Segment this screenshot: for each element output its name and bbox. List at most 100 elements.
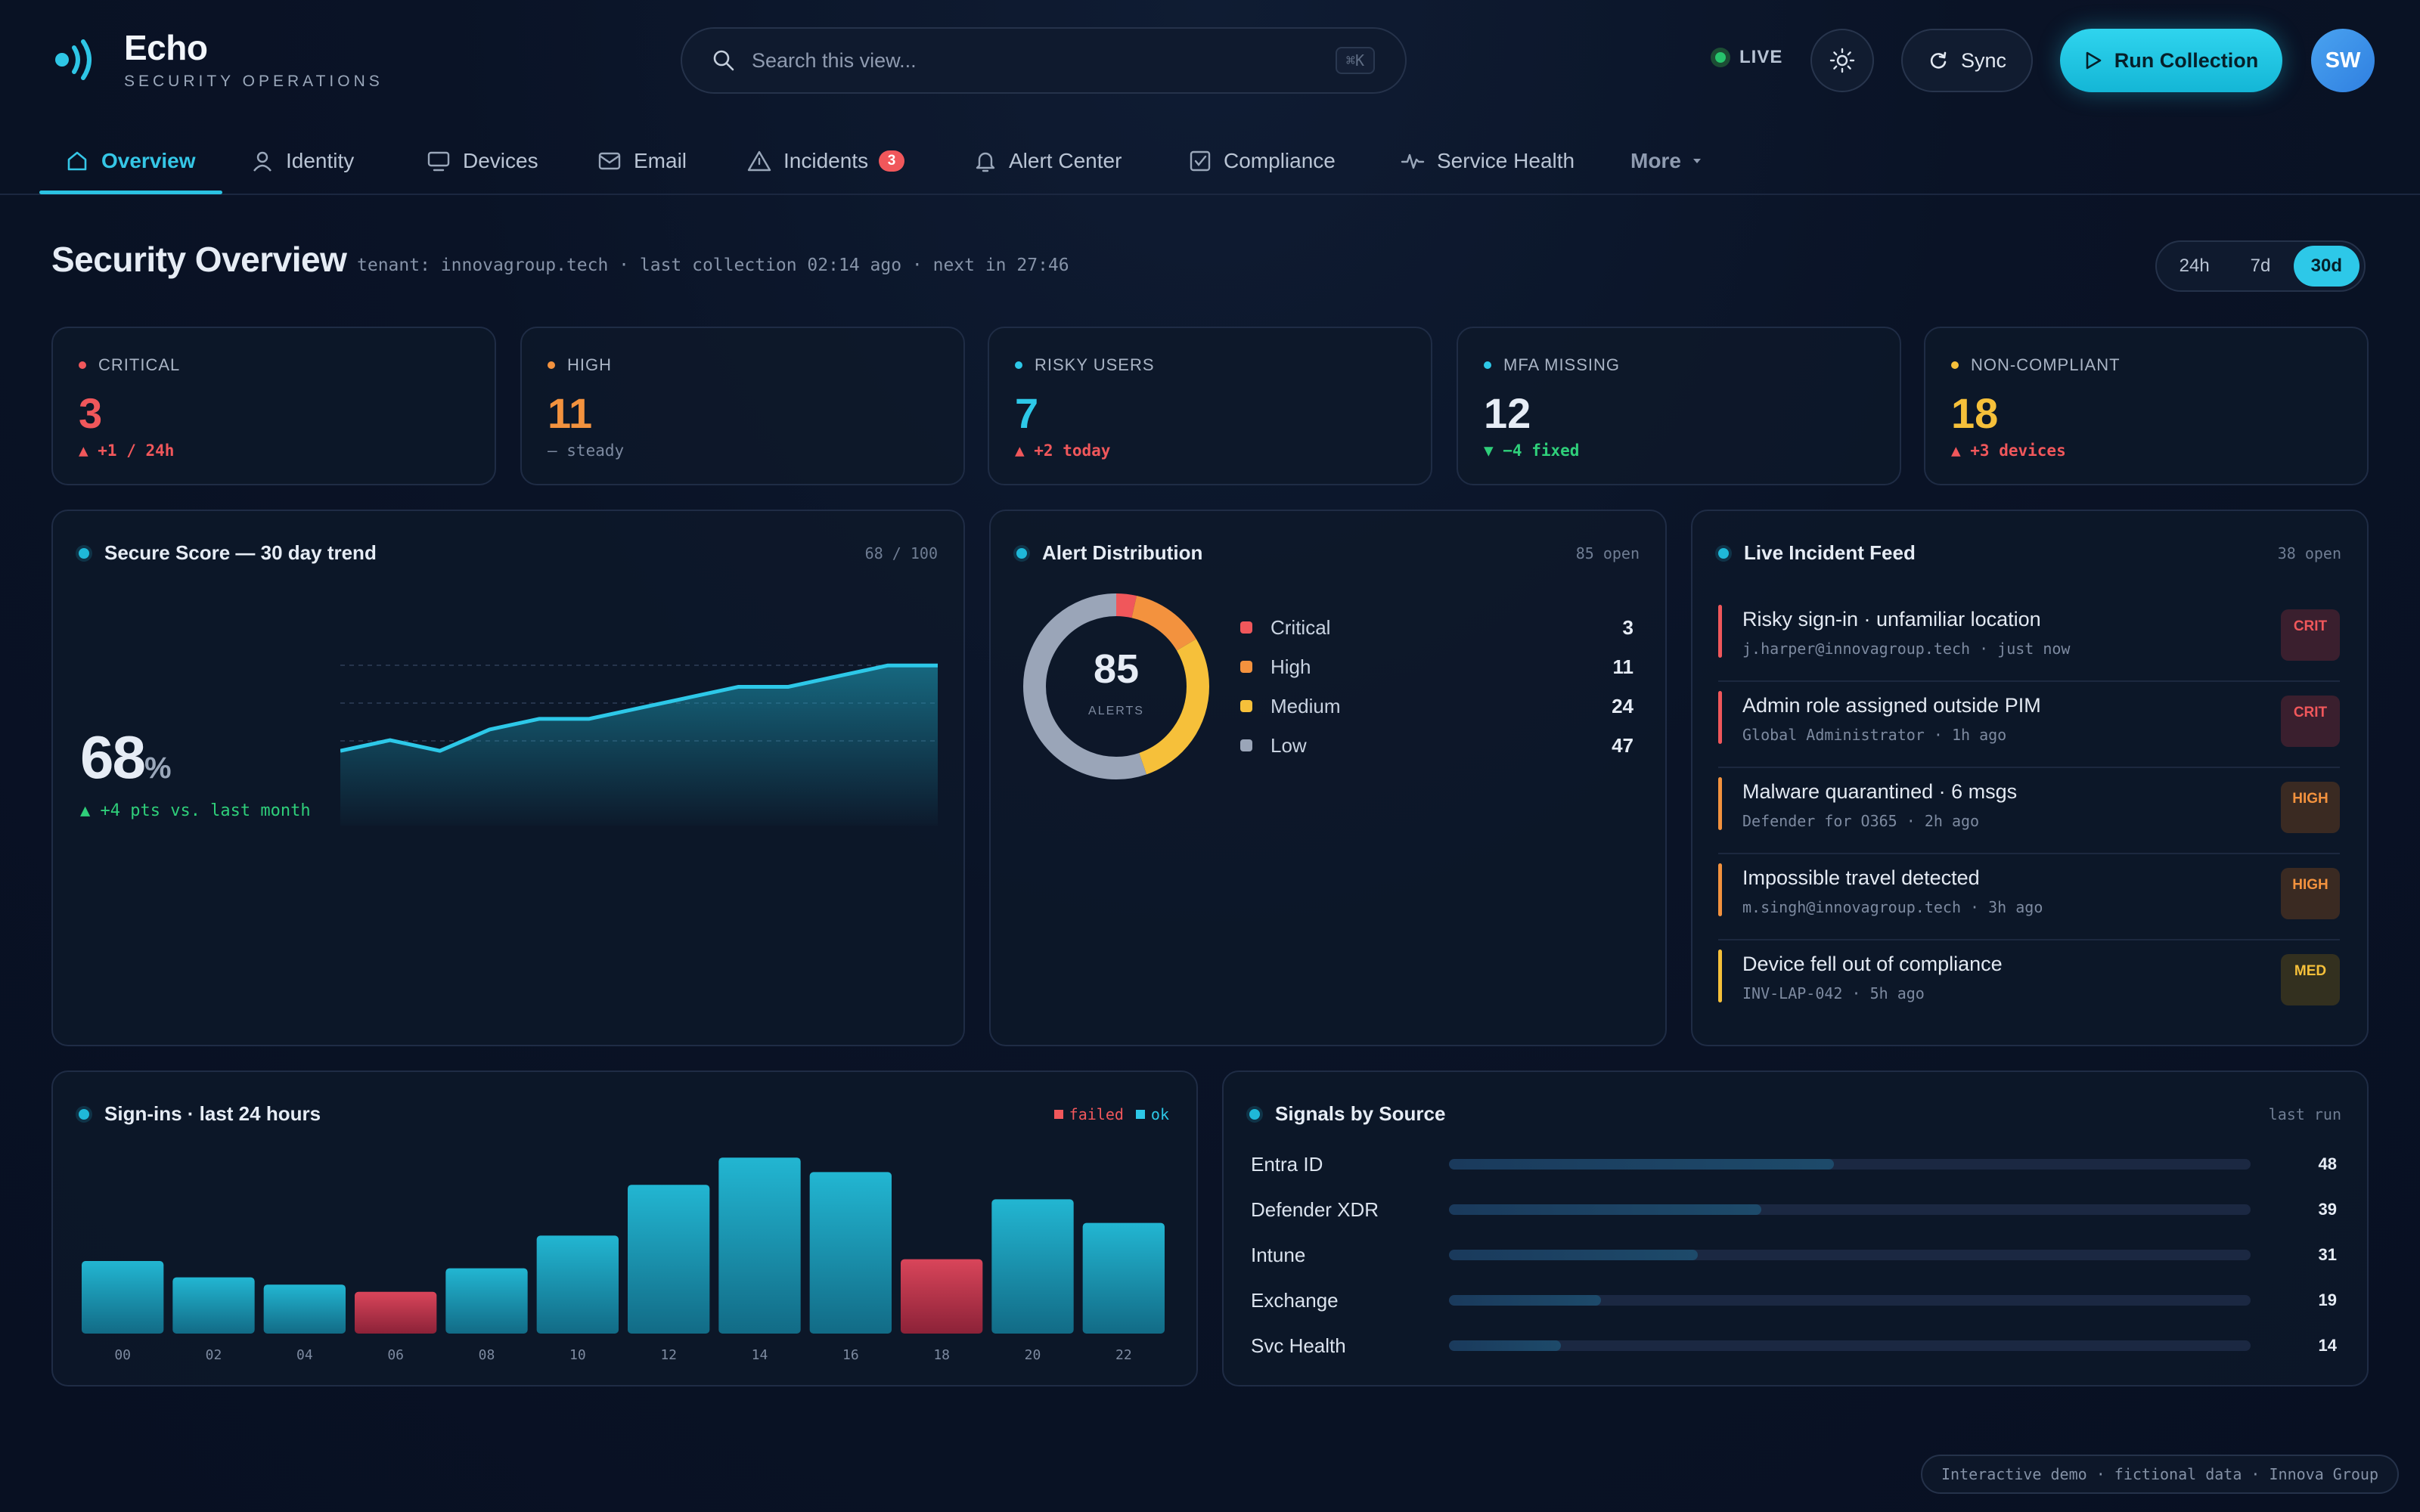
theme-toggle-button[interactable] (1810, 29, 1874, 92)
run-collection-button[interactable]: Run Collection (2060, 29, 2282, 92)
bar-12[interactable] (628, 1185, 710, 1334)
legend-item-high: High 11 (1240, 647, 1634, 686)
legend-swatch (1240, 739, 1252, 751)
bar-18[interactable] (901, 1259, 983, 1334)
feed-item[interactable]: Admin role assigned outside PIM Global A… (1718, 682, 2340, 768)
feed-item[interactable]: Device fell out of compliance INV-LAP-04… (1718, 940, 2340, 1027)
range-30d[interactable]: 30d (2293, 246, 2360, 287)
stat-card-critical[interactable]: CRITICAL 3 ▲ +1 / 24h (51, 327, 496, 485)
x-tick-label: 06 (387, 1347, 404, 1363)
tab-incidents[interactable]: Incidents 3 (747, 129, 905, 194)
search-bar[interactable]: Search this view... ⌘K (681, 27, 1407, 94)
stat-value: 11 (548, 389, 593, 437)
signal-track (1449, 1340, 2251, 1351)
feed-item[interactable]: Malware quarantined · 6 msgs Defender fo… (1718, 768, 2340, 854)
tab-label: Incidents (783, 149, 869, 172)
bar-20[interactable] (991, 1199, 1074, 1334)
stat-label: MFA MISSING (1503, 355, 1621, 374)
stat-card-high[interactable]: HIGH 11 — steady (520, 327, 965, 485)
home-icon (67, 151, 87, 171)
bar-00[interactable] (82, 1261, 164, 1334)
stat-card-mfa-missing[interactable]: MFA MISSING 12 ▼ −4 fixed (1457, 327, 1901, 485)
time-range-selector: 24h 7d 30d (2155, 240, 2366, 292)
severity-bar (1718, 863, 1722, 916)
tab-email[interactable]: Email (597, 129, 687, 194)
legend-label: High (1270, 655, 1311, 678)
feed-item-subtitle: Global Administrator · 1h ago (1742, 726, 2007, 744)
legend-swatch (1240, 700, 1252, 712)
stat-card-non-compliant[interactable]: NON-COMPLIANT 18 ▲ +3 devices (1924, 327, 2369, 485)
legend-value: 3 (1622, 615, 1634, 639)
legend-label: Critical (1270, 615, 1331, 639)
legend-label: Medium (1270, 694, 1341, 717)
tab-compliance[interactable]: Compliance (1189, 129, 1336, 194)
title-dot-icon (79, 547, 89, 559)
page-title: Security Overview (51, 240, 347, 279)
stat-label: NON-COMPLIANT (1971, 355, 2121, 374)
stat-card-risky-users[interactable]: RISKY USERS 7 ▲ +2 today (988, 327, 1432, 485)
tab-label: Alert Center (1009, 149, 1122, 172)
severity-badge: HIGH (2281, 782, 2340, 833)
user-icon (253, 151, 271, 172)
tab-alert-center[interactable]: Alert Center (974, 129, 1122, 194)
tab-overview[interactable]: Overview (65, 129, 196, 194)
bar-14[interactable] (718, 1157, 801, 1334)
stat-delta: ▼ −4 fixed (1484, 442, 1580, 460)
feed-open-count: 38 open (2277, 544, 2341, 562)
signal-track (1449, 1295, 2251, 1306)
tab-devices[interactable]: Devices (427, 129, 538, 194)
x-tick-label: 10 (569, 1347, 586, 1363)
signal-row-defender-xdr: Defender XDR 39 (1251, 1194, 2337, 1225)
donut-total: 85 (1093, 646, 1140, 692)
tab-service-health[interactable]: Service Health (1401, 129, 1575, 194)
stat-label: CRITICAL (98, 355, 181, 374)
tab-identity[interactable]: Identity (251, 129, 354, 194)
signins-card: Sign-ins · last 24 hours failed ok 00 02 0… (51, 1070, 1198, 1387)
tab-more[interactable]: More (1630, 129, 1702, 194)
bar-02[interactable] (172, 1277, 255, 1334)
stat-delta: ▲ +3 devices (1951, 442, 2066, 460)
legend-swatch (1240, 661, 1252, 673)
feed-item[interactable]: Impossible travel detected m.singh@innov… (1718, 854, 2340, 940)
legend-label: Low (1270, 733, 1307, 757)
status-dot (1951, 361, 1959, 369)
signins-legend: failed ok (1053, 1105, 1169, 1123)
stat-label: RISKY USERS (1035, 355, 1155, 374)
bar-16[interactable] (809, 1172, 892, 1334)
stat-value: 3 (79, 389, 103, 437)
card-title: Signals by Source (1275, 1102, 1446, 1125)
stat-delta: — steady (548, 442, 625, 460)
secure-score-trend-chart (340, 663, 938, 826)
bar-10[interactable] (536, 1235, 619, 1334)
tab-label: More (1630, 149, 1681, 172)
signal-fill (1449, 1295, 1602, 1306)
bar-08[interactable] (445, 1268, 528, 1334)
signal-row-svc-health: Svc Health 14 (1251, 1331, 2337, 1361)
stat-value: 7 (1015, 389, 1039, 437)
x-tick-label: 08 (479, 1347, 495, 1363)
legend-item-low: Low 47 (1240, 726, 1634, 765)
feed-item-subtitle: Defender for O365 · 2h ago (1742, 812, 1980, 830)
legend-item-medium: Medium 24 (1240, 686, 1634, 726)
feed-item-title: Malware quarantined · 6 msgs (1742, 780, 2018, 803)
search-input[interactable]: Search this view... (752, 49, 1336, 73)
bar-06[interactable] (355, 1291, 437, 1334)
user-avatar[interactable]: SW (2311, 29, 2375, 92)
tab-label: Devices (463, 149, 538, 172)
range-7d[interactable]: 7d (2227, 246, 2293, 287)
legend-ok-swatch (1135, 1110, 1145, 1119)
sync-button[interactable]: Sync (1901, 29, 2033, 92)
x-tick-label: 18 (933, 1347, 950, 1363)
legend-failed-swatch (1053, 1110, 1063, 1119)
tab-label: Compliance (1224, 149, 1336, 172)
bar-22[interactable] (1082, 1222, 1165, 1334)
status-dot (1015, 361, 1022, 369)
feed-item[interactable]: Risky sign-in · unfamiliar location j.ha… (1718, 596, 2340, 682)
severity-badge: HIGH (2281, 868, 2340, 919)
bar-04[interactable] (263, 1284, 346, 1334)
tab-label: Overview (101, 149, 196, 172)
feed-item-title: Risky sign-in · unfamiliar location (1742, 608, 2041, 631)
range-24h[interactable]: 24h (2161, 246, 2227, 287)
legend-ok-label: ok (1150, 1105, 1169, 1123)
brand[interactable]: Echo SECURITY OPERATIONS (48, 29, 383, 91)
